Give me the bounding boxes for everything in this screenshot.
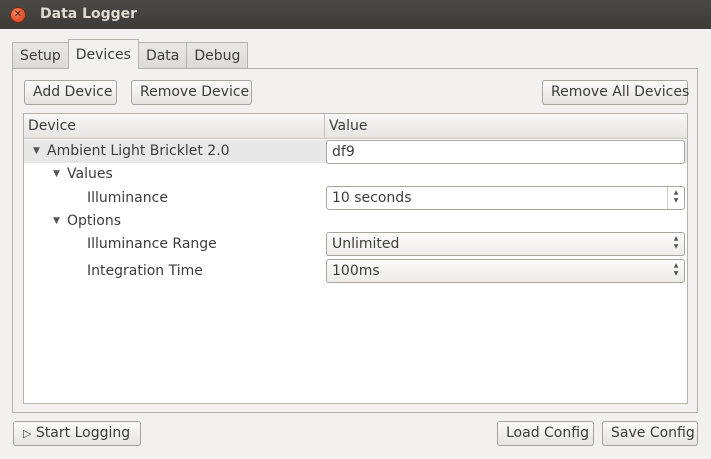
start-logging-button[interactable]: ▷ Start Logging (13, 421, 141, 446)
start-logging-label: Start Logging (35, 425, 131, 441)
close-icon: ✕ (13, 9, 23, 20)
close-window-button[interactable]: ✕ (10, 7, 26, 23)
device-name: Ambient Light Bricklet 2.0 (47, 143, 230, 159)
integration-time-label: Integration Time (87, 263, 203, 279)
tab-devices[interactable]: Devices (67, 39, 139, 69)
remove-all-devices-button[interactable]: Remove All Devices (542, 80, 689, 105)
illuminance-range-label: Illuminance Range (87, 236, 217, 252)
expand-arrow-icon[interactable]: ▼ (53, 216, 60, 226)
title-bar: ✕ Data Logger (0, 0, 711, 29)
integration-time-value: 100ms (332, 263, 380, 279)
tree-row-options[interactable]: ▼ Options (24, 210, 687, 233)
updown-chevron-icon: ▲ ▼ (673, 235, 679, 250)
integration-time-select[interactable]: 100ms ▲ ▼ (326, 259, 685, 283)
tab-data[interactable]: Data (137, 42, 188, 69)
devices-tab-pane: Add Device Remove Device Remove All Devi… (12, 68, 698, 413)
tab-setup[interactable]: Setup (12, 42, 69, 69)
options-group-label: Options (67, 213, 122, 229)
remove-device-button[interactable]: Remove Device (131, 80, 252, 105)
updown-chevron-icon: ▲ ▼ (673, 262, 679, 277)
illuminance-label: Illuminance (87, 190, 168, 206)
play-icon: ▷ (23, 427, 32, 440)
tab-debug[interactable]: Debug (186, 42, 249, 69)
spin-arrows-icon[interactable]: ▲ ▼ (672, 189, 680, 205)
illuminance-range-value: Unlimited (332, 236, 400, 252)
spinbox-divider (667, 187, 668, 209)
expand-arrow-icon[interactable]: ▼ (33, 146, 40, 156)
column-header-value[interactable]: Value (324, 114, 687, 138)
tree-header: Device Value (24, 114, 687, 139)
device-uid-field[interactable]: df9 (326, 140, 685, 164)
illuminance-interval-value: 10 seconds (332, 190, 412, 206)
illuminance-range-select[interactable]: Unlimited ▲ ▼ (326, 232, 685, 256)
save-config-button[interactable]: Save Config (602, 421, 698, 446)
device-tree[interactable]: Device Value ▼ Ambient Light Bricklet 2.… (23, 113, 688, 404)
tree-row-values[interactable]: ▼ Values (24, 163, 687, 186)
expand-arrow-icon[interactable]: ▼ (53, 169, 60, 179)
column-header-device[interactable]: Device (24, 114, 324, 138)
window-title: Data Logger (40, 6, 138, 22)
tab-bar: Setup Devices Data Debug (12, 39, 249, 69)
values-group-label: Values (67, 166, 113, 182)
add-device-button[interactable]: Add Device (24, 80, 117, 105)
load-config-button[interactable]: Load Config (497, 421, 594, 446)
illuminance-interval-spinbox[interactable]: 10 seconds ▲ ▼ (326, 186, 685, 210)
